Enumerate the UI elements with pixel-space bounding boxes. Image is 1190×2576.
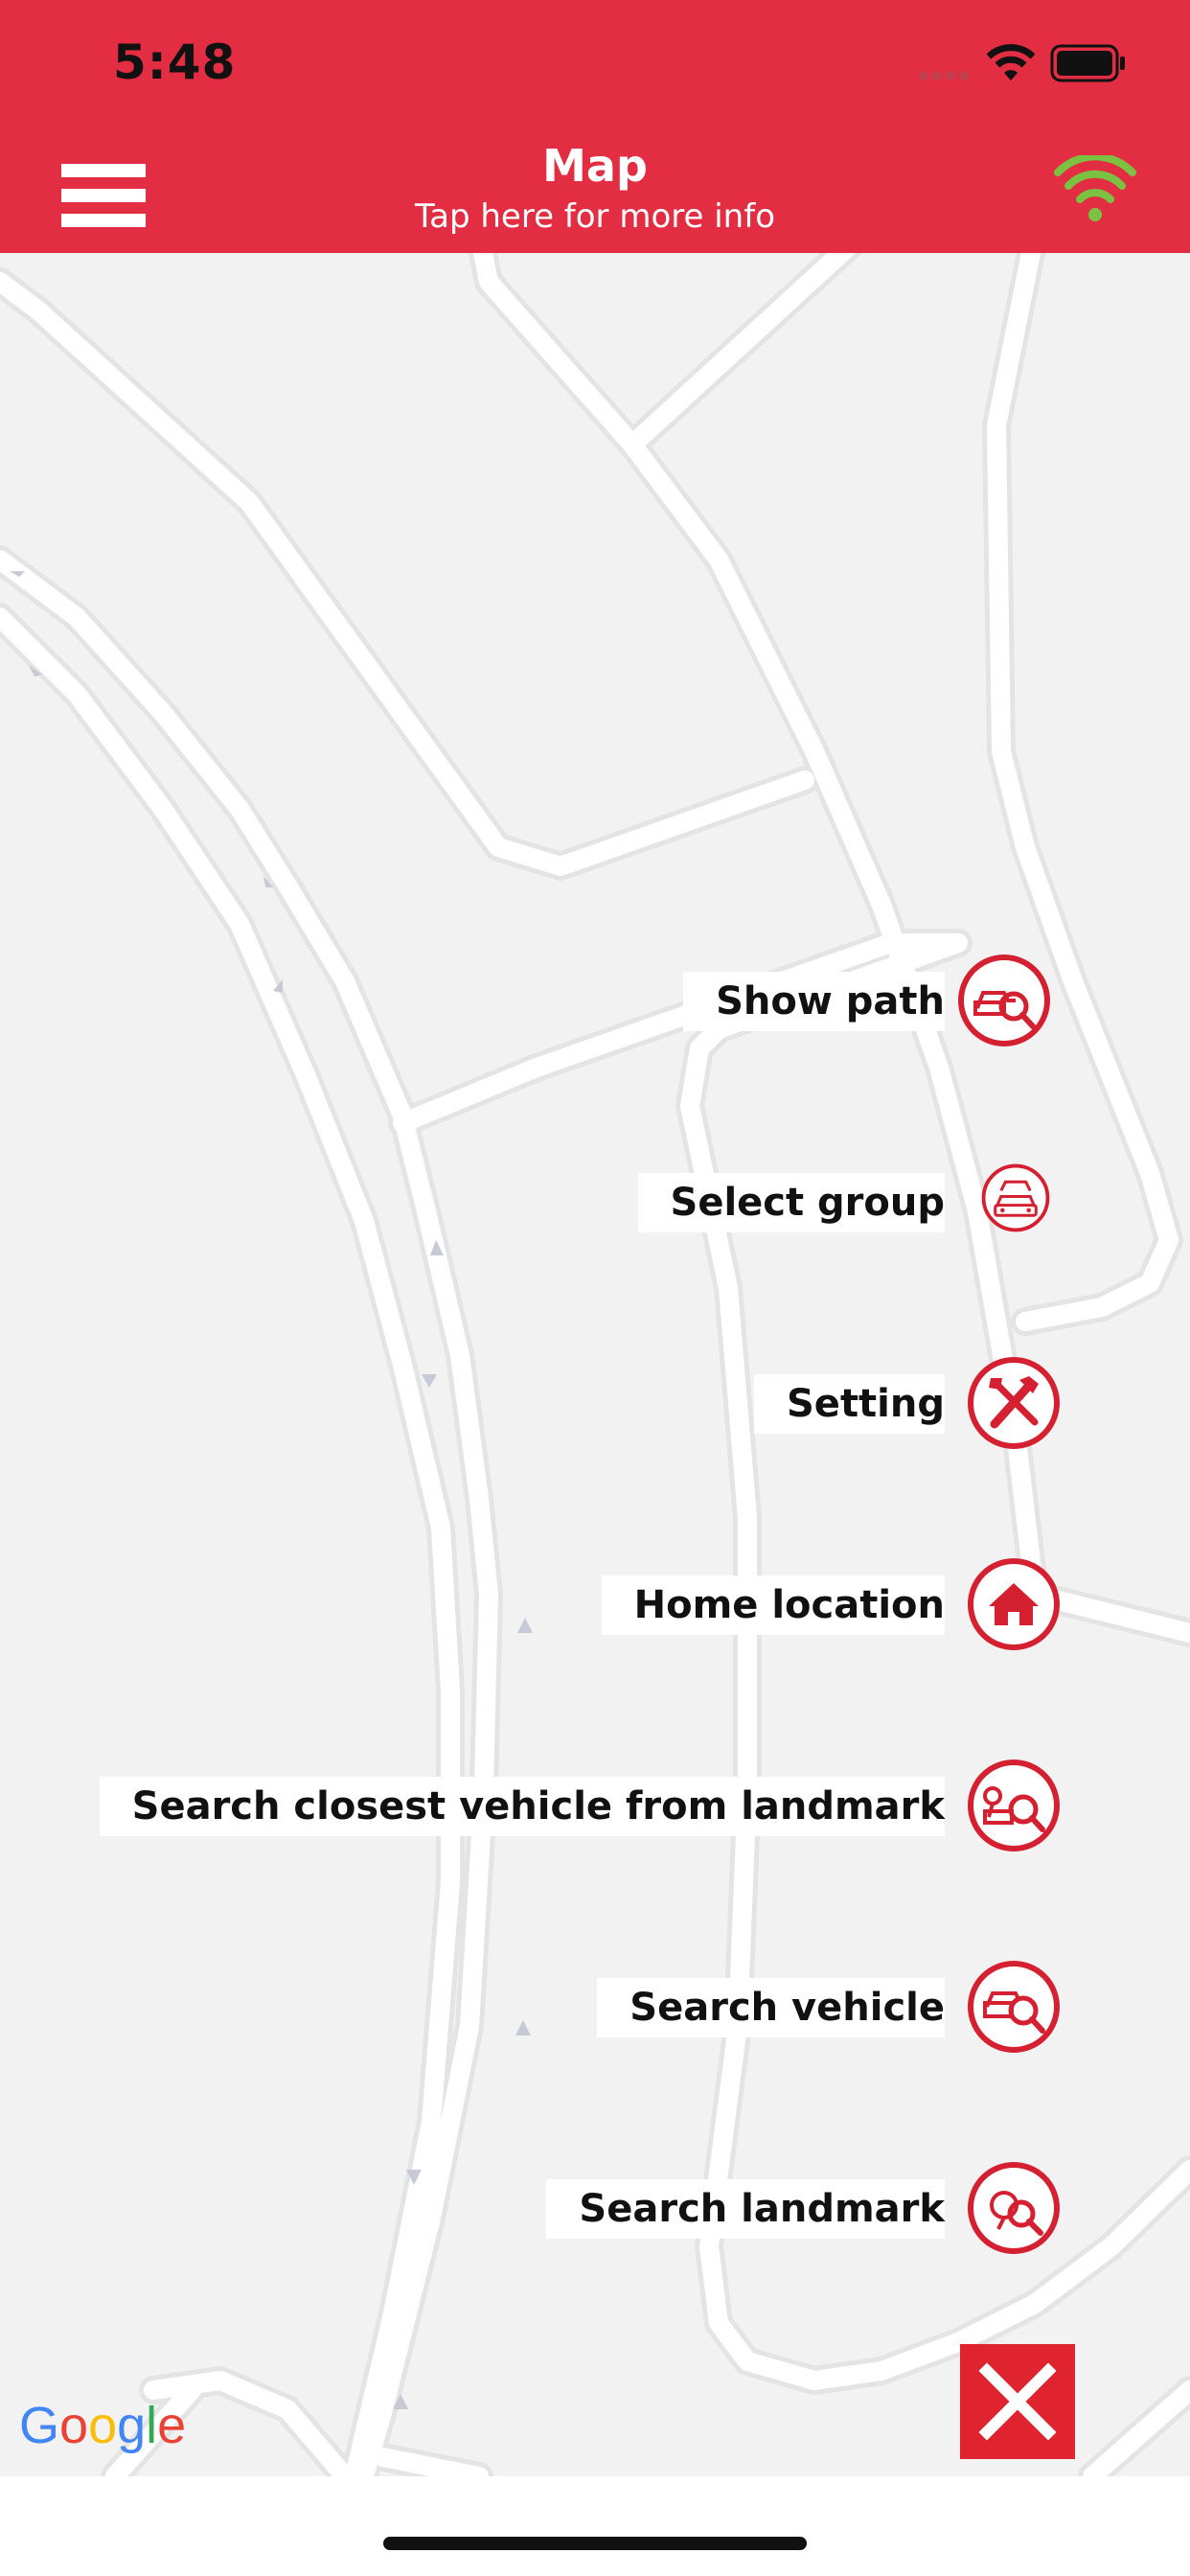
- map-view[interactable]: Show path Select group Setting Home loca…: [0, 253, 1190, 2476]
- home-indicator-area: [0, 2476, 1190, 2576]
- status-time: 5:48: [113, 34, 237, 90]
- page-subtitle: Tap here for more info: [415, 197, 775, 236]
- tools-icon: [968, 1357, 1060, 1449]
- menu-item-home-location[interactable]: Home location: [0, 1537, 1190, 1662]
- menu-item-label: Search vehicle: [597, 1978, 945, 2037]
- menu-item-label: Search landmark: [546, 2179, 945, 2239]
- close-button[interactable]: [960, 2344, 1075, 2459]
- home-indicator[interactable]: [383, 2537, 807, 2550]
- menu-item-label: Search closest vehicle from landmark: [99, 1777, 945, 1836]
- menu-item-show-path[interactable]: Show path: [0, 933, 1190, 1058]
- menu-item-label: Select group: [637, 1173, 945, 1232]
- menu-item-search-closest-vehicle[interactable]: Search closest vehicle from landmark: [0, 1738, 1190, 1863]
- home-icon: [968, 1558, 1060, 1650]
- car-search-icon: [958, 954, 1050, 1046]
- menu-item-label: Show path: [683, 972, 945, 1031]
- google-logo: Google: [19, 2397, 187, 2454]
- close-icon: [978, 2362, 1057, 2441]
- menu-item-label: Setting: [754, 1374, 945, 1434]
- car-search-icon: [968, 1961, 1060, 2053]
- menu-item-select-group[interactable]: Select group: [0, 1135, 1190, 1259]
- menu-item-setting[interactable]: Setting: [0, 1336, 1190, 1460]
- nav-bar: Map Tap here for more info: [0, 134, 1190, 253]
- wifi-connected-icon[interactable]: [1054, 155, 1136, 224]
- car-group-icon: [981, 1163, 1050, 1232]
- menu-item-search-landmark[interactable]: Search landmark: [0, 2141, 1190, 2266]
- page-title: Map: [542, 140, 648, 192]
- landmark-search-icon: [968, 2162, 1060, 2254]
- wifi-icon: [986, 44, 1036, 80]
- menu-item-label: Home location: [601, 1576, 945, 1635]
- battery-icon: [1050, 44, 1125, 82]
- landmark-car-search-icon: [968, 1760, 1060, 1852]
- status-bar: 5:48: [0, 0, 1190, 134]
- cellular-signal-icon: [919, 71, 969, 80]
- menu-item-search-vehicle[interactable]: Search vehicle: [0, 1940, 1190, 2064]
